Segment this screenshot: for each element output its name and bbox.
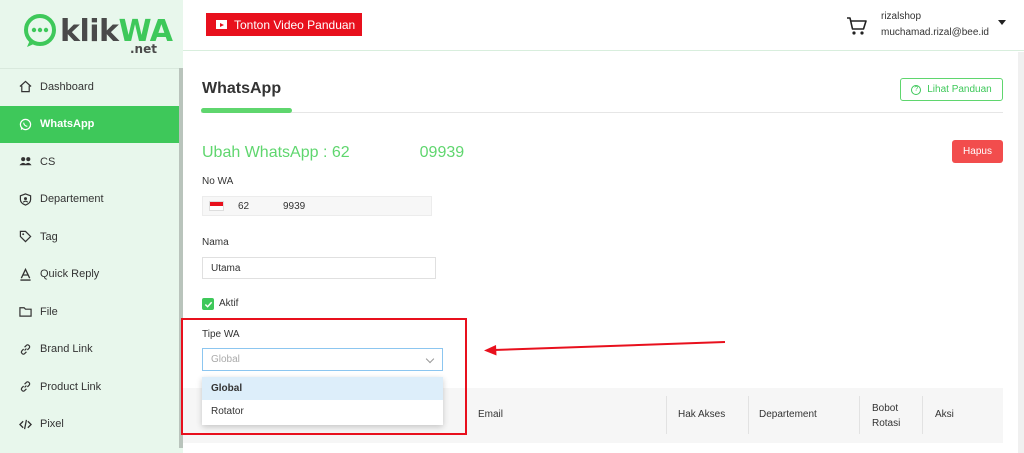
- users-icon: [18, 155, 32, 169]
- sidebar-item-label: Quick Reply: [40, 268, 100, 281]
- sidebar-item-dashboard[interactable]: Dashboard: [0, 68, 183, 106]
- column-header-weight: Bobot: [872, 403, 899, 414]
- code-icon: [18, 417, 32, 431]
- sidebar-item-label: WhatsApp: [40, 118, 95, 131]
- check-icon: [204, 301, 212, 308]
- active-checkbox[interactable]: [202, 298, 214, 310]
- sidebar-item-whatsapp[interactable]: WhatsApp: [0, 105, 183, 143]
- user-email[interactable]: muchamad.rizal@bee.id: [881, 27, 989, 38]
- sidebar-item-cs[interactable]: CS: [0, 143, 183, 181]
- user-name[interactable]: rizalshop: [881, 11, 921, 22]
- tag-icon: [18, 230, 32, 244]
- shield-user-icon: [18, 192, 32, 206]
- column-header-access: Hak Akses: [678, 409, 726, 420]
- folder-icon: [18, 305, 32, 319]
- sidebar-item-departement[interactable]: Departement: [0, 181, 183, 219]
- column-divider: [748, 396, 749, 434]
- sidebar-item-product-link[interactable]: Product Link: [0, 368, 183, 406]
- sidebar-item-brand-link[interactable]: Brand Link: [0, 331, 183, 369]
- sidebar-item-label: Dashboard: [40, 80, 94, 93]
- phone-field[interactable]: 62 9939: [202, 196, 432, 216]
- active-label: Aktif: [219, 298, 239, 309]
- home-icon: [18, 80, 32, 94]
- font-icon: [18, 267, 32, 281]
- table-header: Email Hak Akses Departement Bobot Rotasi…: [443, 388, 1003, 443]
- video-button-label: Tonton Video Panduan: [234, 17, 356, 32]
- klikwa-logo[interactable]: klikWA .net: [24, 12, 173, 60]
- watch-tutorial-video-button[interactable]: Tonton Video Panduan: [206, 13, 362, 36]
- title-divider: [201, 112, 1003, 113]
- logo-suffix: .net: [130, 42, 157, 56]
- cart-icon[interactable]: [846, 15, 868, 37]
- sidebar-item-label: Pixel: [40, 418, 64, 431]
- column-header-action: Aksi: [935, 409, 954, 420]
- question-circle-icon: ?: [911, 84, 922, 95]
- page-title: WhatsApp: [202, 80, 282, 97]
- sidebar-item-label: Product Link: [40, 380, 102, 393]
- sidebar-item-label: File: [40, 305, 58, 318]
- guide-button-label: Lihat Panduan: [927, 84, 992, 95]
- title-underline: [201, 108, 292, 113]
- indonesia-flag-icon: [209, 201, 224, 211]
- link-icon: [18, 342, 32, 356]
- edit-whatsapp-title: Ubah WhatsApp : 62 09939: [202, 144, 465, 161]
- sidebar-item-label: Tag: [40, 230, 58, 243]
- sidebar-nav: Dashboard WhatsApp CS Departement Tag Qu…: [0, 68, 183, 443]
- column-header-rotation: Rotasi: [872, 418, 901, 429]
- sidebar-item-tag[interactable]: Tag: [0, 218, 183, 256]
- column-divider: [922, 396, 923, 434]
- sidebar: klikWA .net Dashboard WhatsApp CS Depart…: [0, 0, 183, 453]
- topbar: Tonton Video Panduan rizalshop muchamad.…: [183, 0, 1024, 51]
- column-divider: [666, 396, 667, 434]
- column-header-department: Departement: [759, 409, 817, 420]
- sidebar-item-label: Departement: [40, 193, 104, 206]
- page-scrollbar[interactable]: [1018, 52, 1024, 453]
- sidebar-item-pixel[interactable]: Pixel: [0, 406, 183, 444]
- phone-prefix: 62: [238, 200, 250, 212]
- annotation-highlight-box: [181, 318, 467, 435]
- youtube-play-icon: [216, 20, 227, 29]
- sidebar-item-file[interactable]: File: [0, 293, 183, 331]
- name-label: Nama: [202, 237, 229, 248]
- phone-suffix: 9939: [283, 200, 306, 212]
- whatsapp-icon: [18, 117, 32, 131]
- view-guide-button[interactable]: ? Lihat Panduan: [900, 78, 1003, 101]
- column-header-email: Email: [478, 409, 504, 420]
- delete-button[interactable]: Hapus: [952, 140, 1003, 163]
- user-menu-caret-icon[interactable]: [998, 20, 1006, 25]
- annotation-arrow: [484, 341, 726, 356]
- column-divider: [859, 396, 860, 434]
- phone-label: No WA: [202, 176, 234, 187]
- sidebar-item-quick-reply[interactable]: Quick Reply: [0, 256, 183, 294]
- chat-bubble-logo-icon: [24, 14, 56, 47]
- link-icon: [18, 380, 32, 394]
- sidebar-item-label: Brand Link: [40, 343, 93, 356]
- name-input[interactable]: Utama: [202, 257, 436, 279]
- sidebar-item-label: CS: [40, 155, 56, 168]
